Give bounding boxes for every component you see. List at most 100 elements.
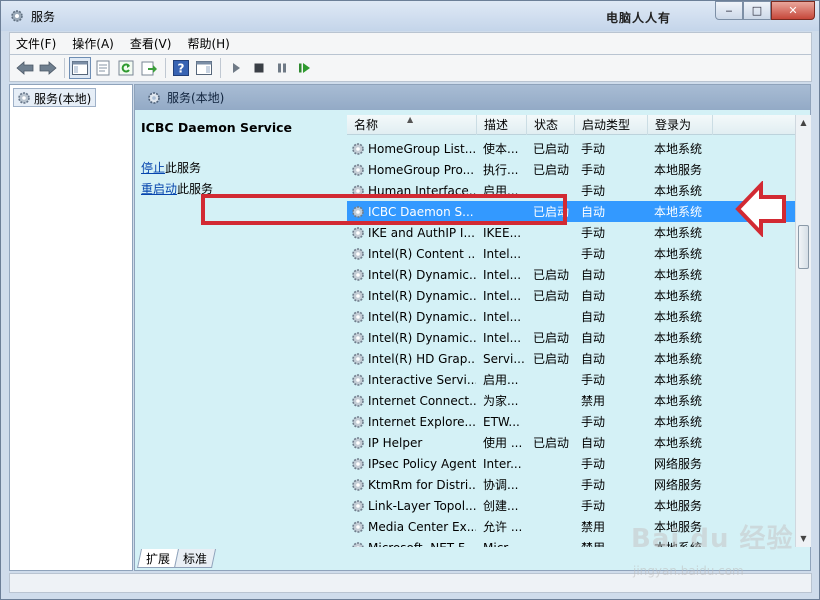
- restart-service-link[interactable]: 重启动: [141, 182, 177, 196]
- service-name-cell: IKE and AuthIP I...: [347, 226, 477, 240]
- service-name-cell: Interactive Servi...: [347, 373, 477, 387]
- watermark-brand: Bai du 经验: [631, 524, 794, 554]
- list-rows: HomeGroup List... 使本... 已启动 手动 本地系统 HomeGroup…: [347, 138, 795, 547]
- service-gear-icon: [352, 478, 364, 491]
- service-status-cell: 已启动: [533, 352, 570, 366]
- service-gear-icon: [352, 268, 364, 281]
- table-row[interactable]: Link-Layer Topol... 创建... 手动 本地服务: [347, 495, 795, 516]
- title-bar[interactable]: 服务 电脑人人有 ‒ □ ✕: [1, 1, 819, 31]
- service-name: Internet Connect...: [368, 393, 476, 408]
- vertical-scrollbar[interactable]: ▲ ▼: [795, 115, 811, 547]
- service-name: Human Interface...: [368, 183, 476, 198]
- tab-extended[interactable]: 扩展: [136, 549, 180, 568]
- properties-button[interactable]: [92, 57, 114, 79]
- refresh-button[interactable]: [115, 57, 137, 79]
- table-row[interactable]: Internet Explore... ETW... 手动 本地系统: [347, 411, 795, 432]
- show-console-tree-button[interactable]: [69, 57, 91, 79]
- service-startup-type-cell: 自动: [581, 310, 606, 324]
- pause-service-button[interactable]: [271, 57, 293, 79]
- table-row[interactable]: KtmRm for Distri... 协调... 手动 网络服务: [347, 474, 795, 495]
- column-header-name[interactable]: ▲ 名称: [347, 115, 477, 135]
- service-name: ICBC Daemon S...: [368, 204, 474, 219]
- properties-icon: [96, 60, 110, 76]
- maximize-button[interactable]: □: [743, 1, 771, 20]
- menu-bar: 文件(F) 操作(A) 查看(V) 帮助(H): [9, 32, 812, 54]
- table-row[interactable]: Internet Connect... 为家... 禁用 本地系统: [347, 390, 795, 411]
- panel-header: 服务(本地): [135, 85, 810, 110]
- column-header-log-on-as[interactable]: 登录为: [648, 115, 713, 135]
- stop-service-button[interactable]: [248, 57, 270, 79]
- service-startup-type-cell: 自动: [581, 289, 606, 303]
- service-description-cell: Inter...: [483, 456, 522, 471]
- minimize-button[interactable]: ‒: [715, 1, 743, 20]
- menu-file[interactable]: 文件(F): [16, 35, 56, 52]
- tree-node-services-local[interactable]: 服务(本地): [13, 88, 97, 107]
- export-list-button[interactable]: [138, 57, 160, 79]
- toolbar-separator: [165, 58, 166, 78]
- console-tree: 服务(本地): [9, 84, 133, 571]
- service-description: ICBC Daemon Service 停止此服务 重启动此服务: [141, 120, 341, 197]
- services-list: ▲ 名称 描述 状态 启动类型 登录为 HomeGroup List... 使本..…: [347, 115, 795, 547]
- service-startup-type-cell: 自动: [581, 205, 606, 219]
- table-row[interactable]: Interactive Servi... 启用... 手动 本地系统: [347, 369, 795, 390]
- column-header-startup-type[interactable]: 启动类型: [575, 115, 648, 135]
- restart-service-row: 重启动此服务: [141, 180, 341, 197]
- tab-standard[interactable]: 标准: [173, 549, 217, 568]
- column-header-status[interactable]: 状态: [527, 115, 575, 135]
- sort-ascending-icon: ▲: [407, 115, 414, 124]
- table-row[interactable]: Intel(R) HD Grap... Servi... 已启动 自动 本地系统: [347, 348, 795, 369]
- stop-service-link[interactable]: 停止: [141, 161, 165, 175]
- service-name-cell: Link-Layer Topol...: [347, 499, 477, 513]
- service-log-on-as-cell: 本地系统: [654, 184, 703, 198]
- table-row[interactable]: Human Interface... 启用... 手动 本地系统: [347, 180, 795, 201]
- service-gear-icon: [352, 373, 364, 386]
- service-gear-icon: [352, 520, 364, 533]
- table-row[interactable]: Intel(R) Dynamic... Intel... 已启动 自动 本地系统: [347, 264, 795, 285]
- service-description-cell: 启用...: [483, 373, 519, 387]
- table-row[interactable]: Intel(R) Content ... Intel... 手动 本地系统: [347, 243, 795, 264]
- service-gear-icon: [352, 394, 364, 407]
- start-service-button[interactable]: [225, 57, 247, 79]
- service-startup-type-cell: 自动: [581, 331, 606, 345]
- table-row[interactable]: ICBC Daemon S... 已启动 自动 本地系统: [347, 201, 795, 222]
- table-row[interactable]: Intel(R) Dynamic... Intel... 已启动 自动 本地系统: [347, 327, 795, 348]
- column-header-description[interactable]: 描述: [477, 115, 527, 135]
- scroll-up-icon[interactable]: ▲: [796, 115, 811, 131]
- table-row[interactable]: HomeGroup Pro... 执行... 已启动 手动 本地服务: [347, 159, 795, 180]
- service-gear-icon: [352, 205, 364, 218]
- service-status-cell: 已启动: [533, 268, 570, 282]
- menu-action[interactable]: 操作(A): [72, 35, 114, 52]
- service-log-on-as-cell: 网络服务: [654, 478, 703, 492]
- help-button[interactable]: ?: [170, 57, 192, 79]
- restart-icon: [299, 63, 310, 73]
- scroll-thumb[interactable]: [798, 225, 809, 269]
- svg-text:?: ?: [178, 62, 185, 76]
- close-button[interactable]: ✕: [771, 1, 815, 20]
- menu-help[interactable]: 帮助(H): [187, 35, 229, 52]
- service-log-on-as-cell: 本地系统: [654, 226, 703, 240]
- service-name-cell: Intel(R) Content ...: [347, 247, 477, 261]
- service-log-on-as-cell: 本地系统: [654, 268, 703, 282]
- service-description-cell: Intel...: [483, 288, 522, 303]
- toolbar-separator: [64, 58, 65, 78]
- table-row[interactable]: Intel(R) Dynamic... Intel... 自动 本地系统: [347, 306, 795, 327]
- forward-button[interactable]: [37, 57, 59, 79]
- action-pane-button[interactable]: [193, 57, 215, 79]
- service-gear-icon: [352, 457, 364, 470]
- table-row[interactable]: IP Helper 使用 ... 已启动 自动 本地系统: [347, 432, 795, 453]
- service-name: HomeGroup Pro...: [368, 162, 475, 177]
- table-row[interactable]: HomeGroup List... 使本... 已启动 手动 本地系统: [347, 138, 795, 159]
- service-status-cell: 已启动: [533, 436, 570, 450]
- service-name-cell: Internet Explore...: [347, 415, 477, 429]
- back-button[interactable]: [14, 57, 36, 79]
- restart-service-button[interactable]: [294, 57, 316, 79]
- service-gear-icon: [352, 310, 364, 323]
- service-log-on-as-cell: 本地系统: [654, 205, 703, 219]
- service-name-cell: Human Interface...: [347, 184, 477, 198]
- table-row[interactable]: IPsec Policy Agent Inter... 手动 网络服务: [347, 453, 795, 474]
- menu-view[interactable]: 查看(V): [130, 35, 172, 52]
- table-row[interactable]: IKE and AuthIP I... IKEE... 手动 本地系统: [347, 222, 795, 243]
- service-startup-type-cell: 手动: [581, 142, 606, 156]
- service-startup-type-cell: 手动: [581, 247, 606, 261]
- table-row[interactable]: Intel(R) Dynamic... Intel... 已启动 自动 本地系统: [347, 285, 795, 306]
